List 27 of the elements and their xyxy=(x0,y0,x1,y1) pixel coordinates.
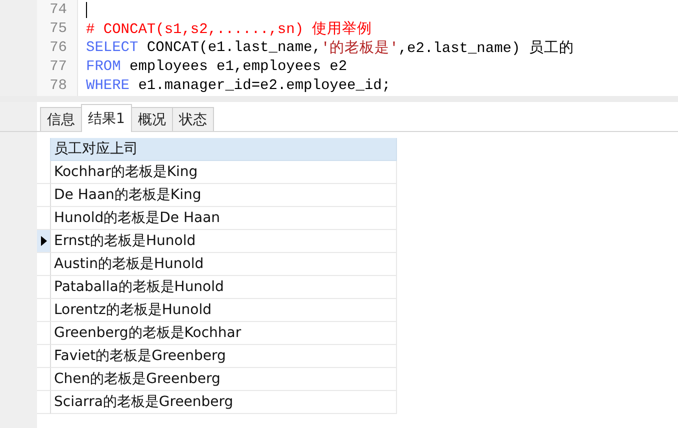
row-pointer-icon xyxy=(40,236,46,246)
result-tab[interactable]: 结果1 xyxy=(81,104,132,132)
result-tab[interactable]: 状态 xyxy=(172,107,214,131)
code-line: # CONCAT(s1,s2,......,sn) 使用举例 xyxy=(86,20,372,38)
table-cell: De Haan的老板是King xyxy=(50,184,397,207)
table-cell: Hunold的老板是De Haan xyxy=(50,207,397,230)
table-cell: Ernst的老板是Hunold xyxy=(50,230,397,253)
table-cell: Pataballa的老板是Hunold xyxy=(50,276,397,299)
code-line: SELECT CONCAT(e1.last_name,'的老板是',e2.last_name) 员工的 xyxy=(86,38,574,57)
table-cell: Faviet的老板是Greenberg xyxy=(50,345,397,368)
table-cell: Lorentz的老板是Hunold xyxy=(50,299,397,322)
line-number: 77 xyxy=(50,58,67,74)
table-cell: Greenberg的老板是Kochhar xyxy=(50,322,397,345)
column-header[interactable]: 员工对应上司 xyxy=(50,138,397,161)
line-number: 76 xyxy=(50,40,67,56)
line-number: 75 xyxy=(50,20,67,36)
table-cell: Chen的老板是Greenberg xyxy=(50,368,397,391)
line-number: 78 xyxy=(50,78,67,94)
row-selector[interactable] xyxy=(37,230,50,253)
code-line: FROM employees e1,employees e2 xyxy=(86,58,348,76)
table-cell: Kochhar的老板是King xyxy=(50,161,397,184)
code-line: WHERE e1.manager_id=e2.employee_id; xyxy=(86,76,391,95)
result-tab[interactable]: 概况 xyxy=(130,107,173,131)
result-tab[interactable]: 信息 xyxy=(40,107,82,131)
table-cell: Austin的老板是Hunold xyxy=(50,253,397,276)
table-cell: Sciarra的老板是Greenberg xyxy=(50,391,397,414)
line-number: 74 xyxy=(50,2,67,18)
